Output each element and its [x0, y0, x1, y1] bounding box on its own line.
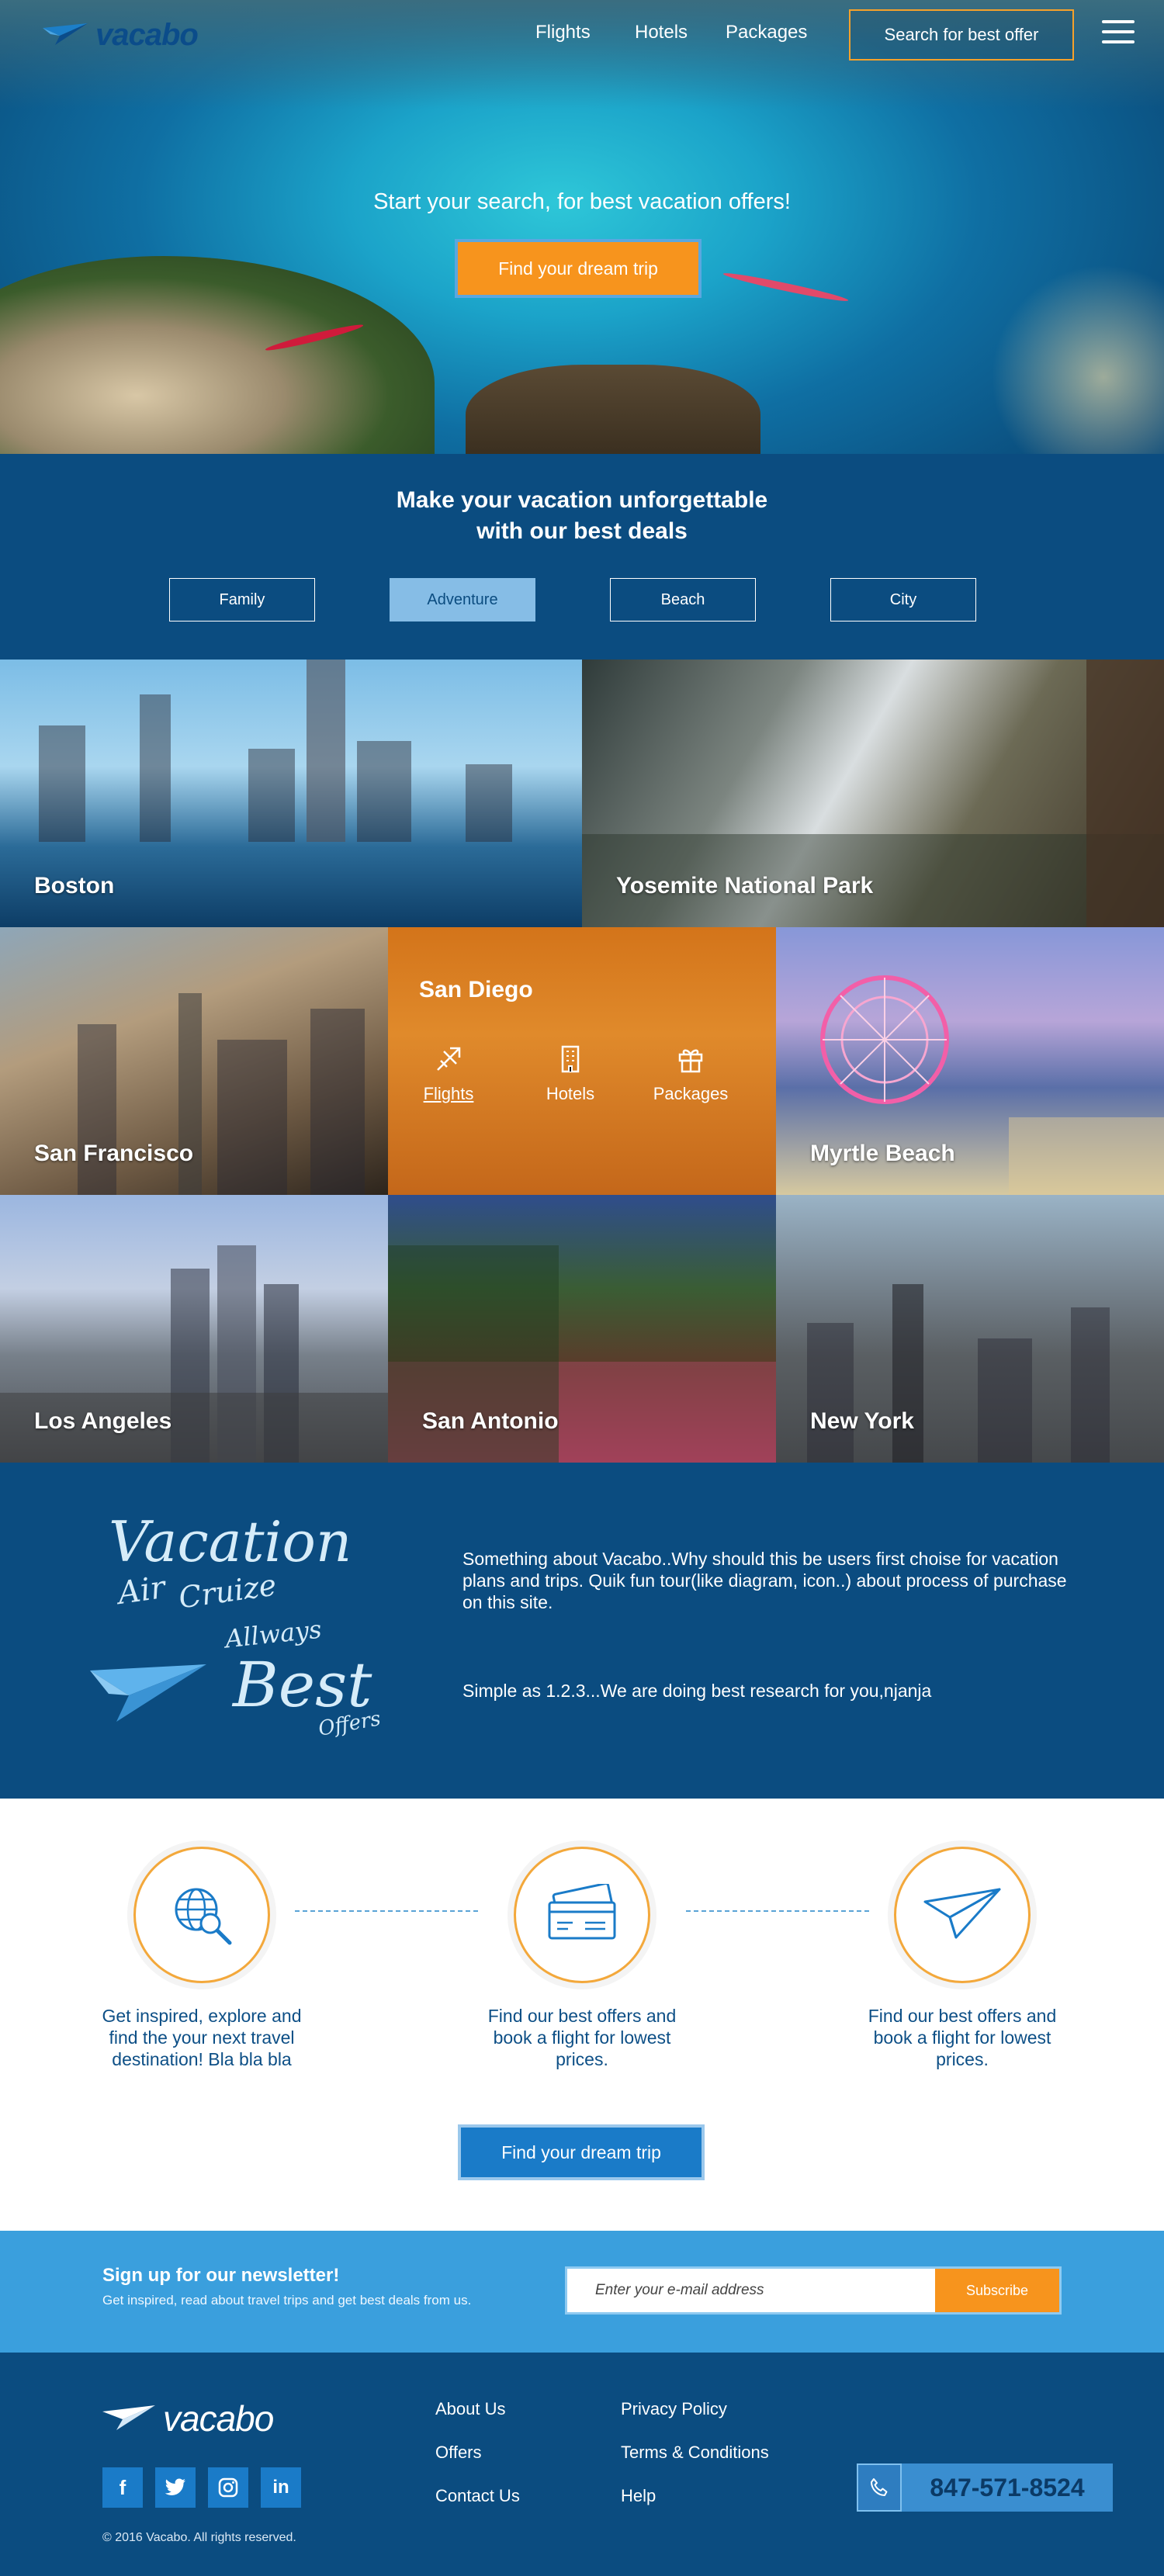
hero-rocks [0, 256, 435, 454]
destination-new-york[interactable]: New York [776, 1195, 1164, 1463]
destination-boston[interactable]: Boston [0, 660, 582, 927]
slogan-graphic: Vacation Air Cruize Allways Best Offers [85, 1509, 411, 1742]
deals-title-line1: Make your vacation unforgettable [396, 487, 768, 513]
footer: vacabo f in © 2016 Vacabo. All rights re… [0, 2353, 1164, 2576]
hamburger-menu-icon[interactable] [1102, 20, 1135, 47]
twitter-icon[interactable] [155, 2467, 196, 2508]
san-diego-flights-option[interactable]: Flights [402, 1044, 495, 1104]
destination-label: New York [810, 1408, 914, 1434]
email-input[interactable] [567, 2269, 935, 2312]
destination-label: Boston [34, 873, 115, 898]
about-paragraph: Something about Vacabo..Why should this … [462, 1549, 1067, 1612]
option-label: Flights [423, 1084, 474, 1103]
deals-title: Make your vacation unforgettable with ou… [0, 485, 1164, 547]
brand-logo[interactable]: vacabo [43, 17, 199, 53]
slogan-word: Vacation [109, 1509, 352, 1574]
footer-link-terms[interactable]: Terms & Conditions [621, 2443, 769, 2463]
search-best-offer-button[interactable]: Search for best offer [849, 9, 1074, 61]
slogan-word: Air [116, 1569, 168, 1612]
destination-label: San Diego [419, 977, 533, 1002]
step-connector [295, 1910, 478, 1912]
footer-link-offers[interactable]: Offers [435, 2443, 482, 2463]
nav-packages[interactable]: Packages [726, 22, 807, 43]
footer-link-about-us[interactable]: About Us [435, 2399, 506, 2419]
hero-section: vacabo Flights Hotels Packages Search fo… [0, 0, 1164, 454]
san-diego-packages-option[interactable]: Packages [644, 1044, 737, 1104]
newsletter-title: Sign up for our newsletter! [102, 2265, 340, 2286]
ferris-wheel-illustration [820, 975, 949, 1104]
footer-link-help[interactable]: Help [621, 2486, 656, 2506]
paper-plane-icon [90, 1664, 206, 1722]
paper-plane-icon [923, 1888, 1001, 1939]
paper-plane-icon [102, 2405, 155, 2430]
paper-plane-icon [43, 23, 88, 45]
about-section: Vacation Air Cruize Allways Best Offers … [0, 1463, 1164, 1799]
step-connector [686, 1910, 869, 1912]
find-dream-trip-button[interactable]: Find your dream trip [455, 239, 702, 298]
about-paragraph: Simple as 1.2.3...We are doing best rese… [462, 1681, 932, 1701]
phone-number: 847-571-8524 [930, 2473, 1085, 2502]
category-beach[interactable]: Beach [610, 578, 756, 621]
hero-shore [466, 365, 760, 454]
destination-san-antonio[interactable]: San Antonio [388, 1195, 776, 1463]
footer-logo[interactable]: vacabo [102, 2398, 274, 2439]
phone-contact[interactable]: 847-571-8524 [857, 2463, 1113, 2512]
destination-los-angeles[interactable]: Los Angeles [0, 1195, 388, 1463]
hero-kayak [722, 269, 850, 305]
newsletter-section: Sign up for our newsletter! Get inspired… [0, 2231, 1164, 2353]
facebook-icon[interactable]: f [102, 2467, 143, 2508]
step-1-circle [133, 1847, 270, 1983]
gift-icon [678, 1049, 703, 1073]
step-2-circle [514, 1847, 650, 1983]
slogan-word: Cruize [176, 1567, 279, 1615]
footer-link-privacy-policy[interactable]: Privacy Policy [621, 2399, 727, 2419]
category-family[interactable]: Family [169, 578, 315, 621]
category-city[interactable]: City [830, 578, 976, 621]
destination-label: Myrtle Beach [810, 1141, 955, 1166]
option-label: Hotels [546, 1084, 595, 1103]
category-adventure[interactable]: Adventure [390, 578, 535, 621]
destination-label: Yosemite National Park [616, 873, 874, 898]
step-3-circle [894, 1847, 1031, 1983]
phone-icon [857, 2463, 902, 2512]
subscribe-button[interactable]: Subscribe [935, 2269, 1059, 2312]
instagram-icon[interactable] [208, 2467, 248, 2508]
nav-flights[interactable]: Flights [535, 22, 591, 43]
hero-tagline: Start your search, for best vacation off… [373, 189, 791, 214]
destination-san-diego[interactable]: San Diego Flights Hotels Packages [388, 927, 776, 1195]
airplane-icon [437, 1047, 461, 1071]
globe-search-icon [175, 1888, 232, 1945]
destination-label: San Francisco [34, 1141, 194, 1166]
option-label: Packages [653, 1084, 729, 1103]
brand-name: vacabo [163, 2398, 274, 2439]
twitter-bird-icon [165, 2478, 185, 2495]
footer-link-contact-us[interactable]: Contact Us [435, 2486, 520, 2506]
destination-myrtle-beach[interactable]: Myrtle Beach [776, 927, 1164, 1195]
destination-label: San Antonio [422, 1408, 559, 1434]
find-dream-trip-button[interactable]: Find your dream trip [458, 2124, 705, 2180]
destination-san-francisco[interactable]: San Francisco [0, 927, 388, 1195]
instagram-glyph-icon [218, 2477, 238, 2498]
hotel-icon [561, 1045, 580, 1073]
deals-title-line2: with our best deals [476, 518, 688, 544]
slogan-word: Allways [223, 1614, 324, 1654]
brand-name: vacabo [95, 17, 199, 52]
newsletter-subtitle: Get inspired, read about travel trips an… [102, 2293, 472, 2308]
destination-yosemite[interactable]: Yosemite National Park [582, 660, 1164, 927]
step-2-text: Find our best offers and book a flight f… [487, 2006, 677, 2069]
deals-section: Make your vacation unforgettable with ou… [0, 454, 1164, 660]
steps-section: Get inspired, explore and find the your … [0, 1799, 1164, 2231]
step-3-text: Find our best offers and book a flight f… [868, 2006, 1057, 2069]
linkedin-icon[interactable]: in [261, 2467, 301, 2508]
step-1-text: Get inspired, explore and find the your … [102, 2006, 302, 2069]
newsletter-form: Subscribe [565, 2266, 1062, 2315]
destination-label: Los Angeles [34, 1408, 172, 1434]
copyright: © 2016 Vacabo. All rights reserved. [102, 2531, 296, 2544]
nav-hotels[interactable]: Hotels [635, 22, 688, 43]
hero-water-glint [962, 256, 1164, 454]
slogan-word: Best [233, 1649, 372, 1721]
san-diego-hotels-option[interactable]: Hotels [524, 1044, 617, 1104]
ticket-icon [548, 1884, 616, 1940]
